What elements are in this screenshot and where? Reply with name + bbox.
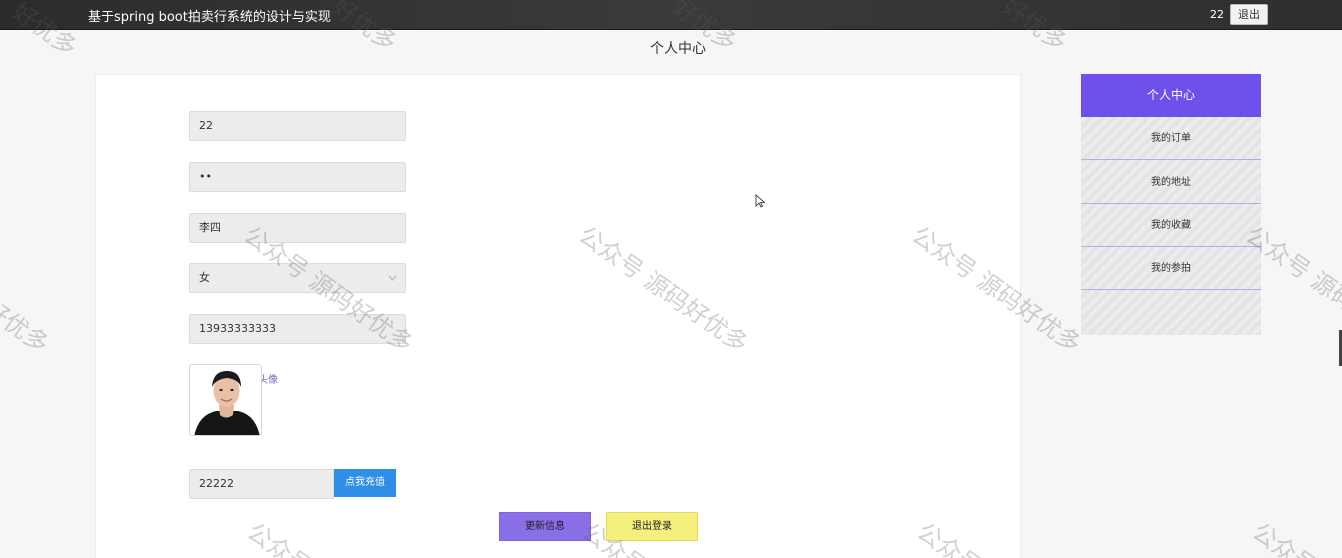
side-menu-item-favorites[interactable]: 我的收藏 [1081, 204, 1261, 247]
password-row: *密码 •• [96, 162, 496, 192]
phone-input[interactable]: 13933333333 [189, 314, 406, 344]
gender-value: 女 [199, 271, 210, 284]
gender-select[interactable]: 女 [189, 263, 406, 293]
profile-form-card: *账号 22 *密码 •• 姓名 李四 性别 女 手机 13933333333 … [95, 74, 1021, 558]
gender-row: 性别 女 [96, 263, 496, 293]
name-input[interactable]: 李四 [189, 213, 406, 243]
avatar-image[interactable] [189, 364, 262, 436]
side-menu-item-orders[interactable]: 我的订单 [1081, 117, 1261, 160]
top-bar: 基于spring boot拍卖行系统的设计与实现 22 退出 [0, 0, 1342, 30]
phone-row: 手机 13933333333 [96, 314, 496, 344]
chevron-down-icon [388, 264, 397, 304]
account-input[interactable]: 22 [189, 111, 406, 141]
mouse-pointer-icon [755, 193, 766, 208]
update-info-button[interactable]: 更新信息 [499, 512, 591, 541]
name-row: 姓名 李四 [96, 213, 496, 243]
side-menu-item-address[interactable]: 我的地址 [1081, 161, 1261, 204]
header-logout-button[interactable]: 退出 [1230, 4, 1268, 25]
watermark-text: 码好优多 [0, 280, 54, 359]
recharge-button[interactable]: 点我充值 [334, 469, 396, 497]
balance-input[interactable]: 22222 [189, 469, 334, 499]
page-title: 个人中心 [650, 41, 706, 57]
avatar-row: 头像 [96, 364, 496, 394]
password-input[interactable]: •• [189, 162, 406, 192]
side-menu-item-bids[interactable]: 我的参拍 [1081, 247, 1261, 290]
app-title: 基于spring boot拍卖行系统的设计与实现 [88, 10, 331, 25]
watermark-text: 公众号 [1247, 517, 1323, 558]
account-row: *账号 22 [96, 111, 496, 141]
current-username: 22 [1210, 8, 1224, 21]
logout-button[interactable]: 退出登录 [606, 512, 698, 541]
side-menu-title[interactable]: 个人中心 [1081, 74, 1261, 117]
side-menu: 个人中心 我的订单 我的地址 我的收藏 我的参拍 [1081, 74, 1261, 335]
